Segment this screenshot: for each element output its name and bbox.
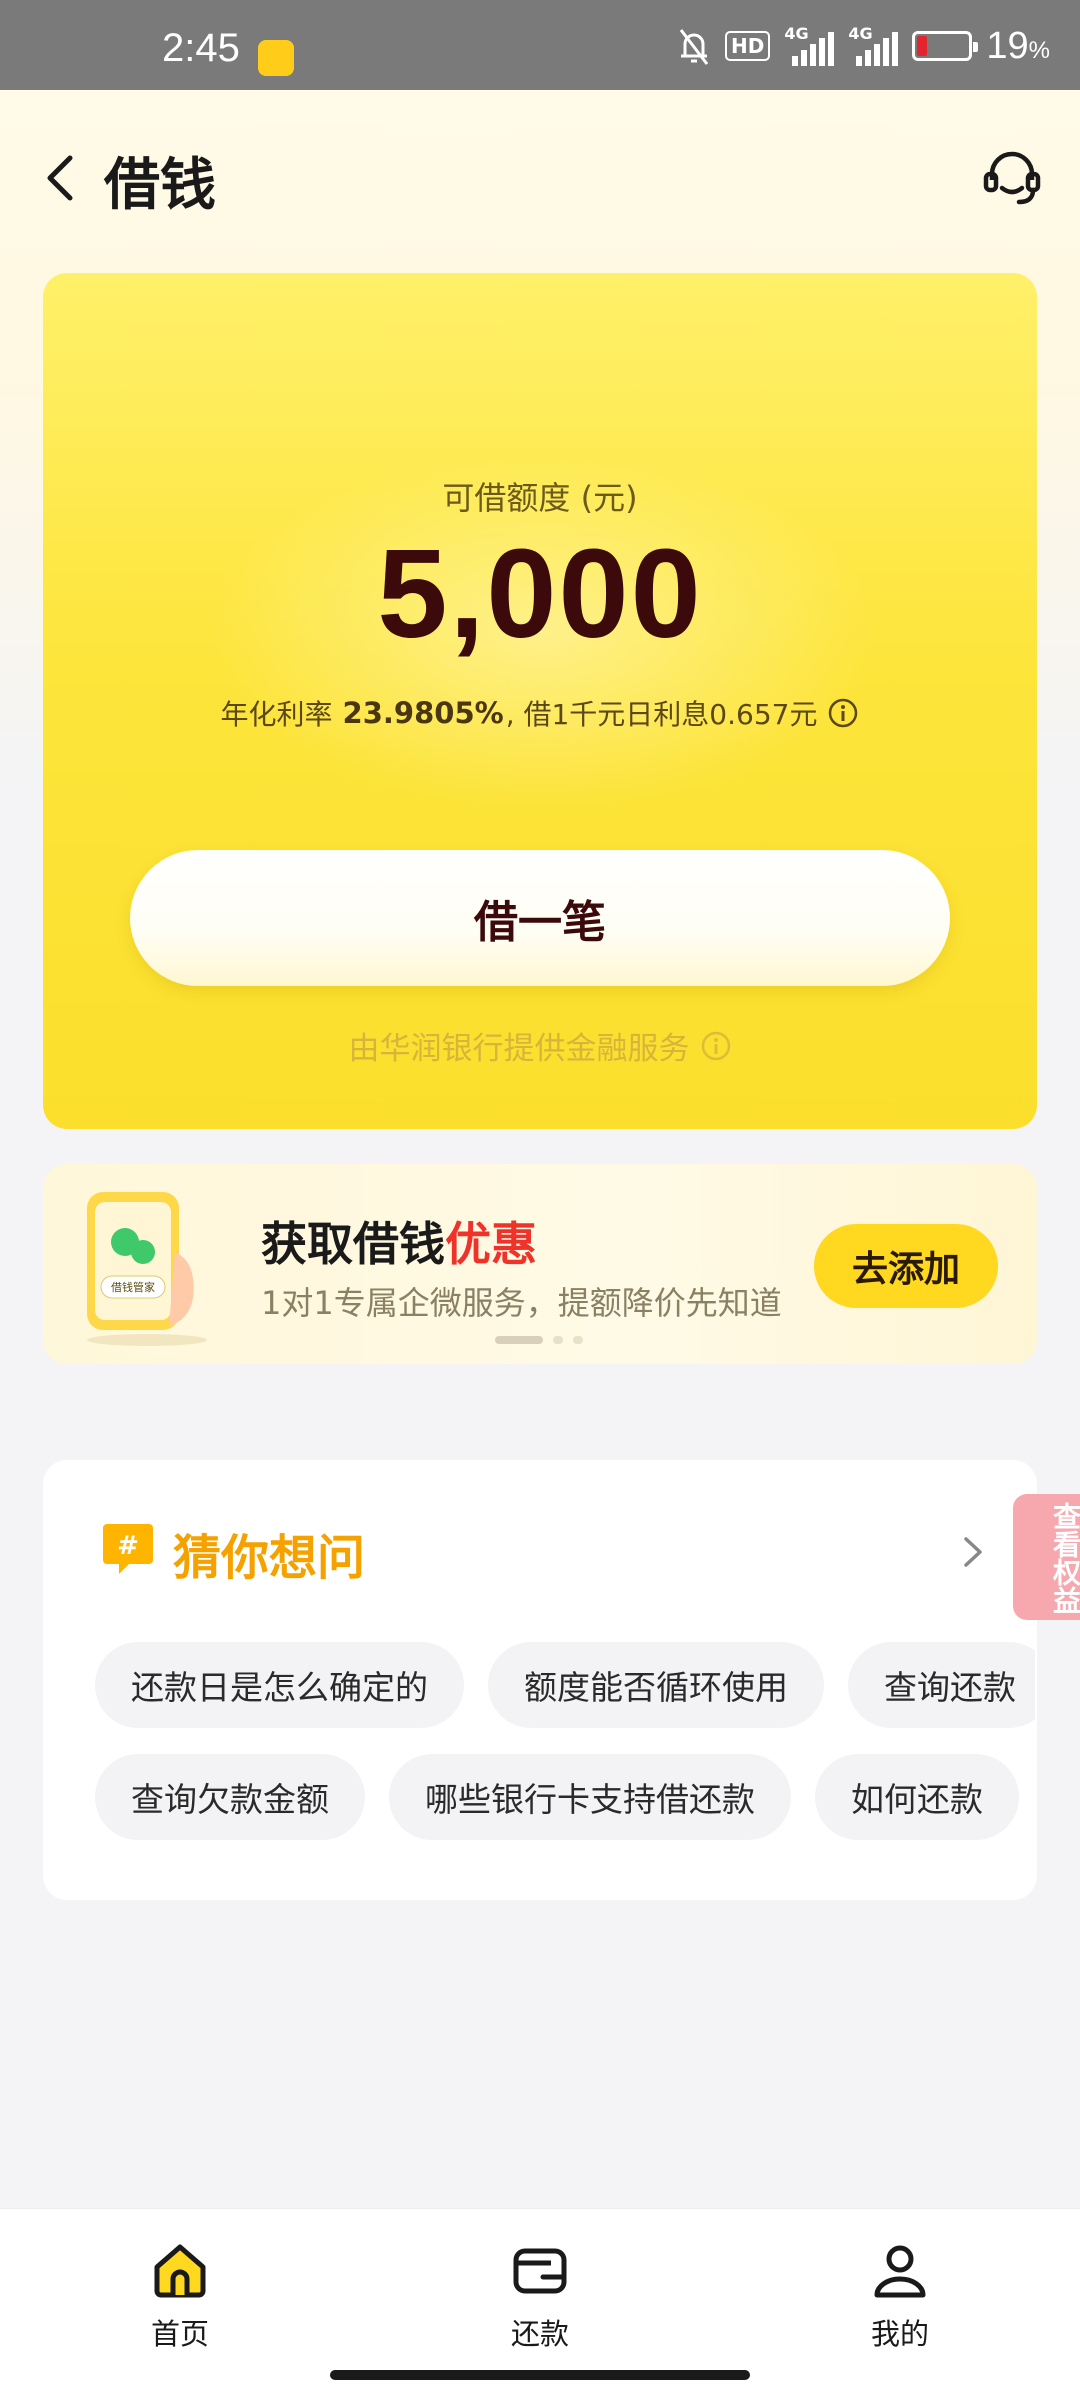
phone-wechat-illustration: 借钱管家 — [87, 1192, 207, 1346]
app-notification-icon — [258, 40, 294, 76]
tab-repay[interactable]: 还款 — [440, 2239, 640, 2353]
tab-home[interactable]: 首页 — [80, 2239, 280, 2353]
tab-profile[interactable]: 我的 — [800, 2239, 1000, 2353]
page-title: 借钱 — [104, 153, 216, 218]
wallet-icon — [513, 2248, 567, 2294]
faq-chip[interactable]: 查询欠款金额 — [95, 1754, 365, 1840]
user-icon — [874, 2245, 926, 2298]
svg-text:#: # — [117, 1531, 139, 1561]
hashtag-icon: # — [103, 1524, 153, 1574]
faq-chip[interactable]: 还款日是怎么确定的 — [95, 1642, 464, 1728]
signal-1-icon: 4G — [784, 24, 835, 66]
battery-icon — [912, 31, 979, 61]
rate-value: 23.9805% — [342, 696, 504, 730]
promo-banner[interactable]: 借钱管家 获取借钱优惠 1对1专属企微服务，提额降价先知道 去添加 — [43, 1164, 1037, 1364]
provider-info: 由华润银行提供金融服务 — [43, 1023, 1037, 1068]
provider-text: 由华润银行提供金融服务 — [348, 1031, 690, 1067]
promo-subtitle: 1对1专属企微服务，提额降价先知道 — [261, 1284, 782, 1322]
home-indicator[interactable] — [330, 2370, 750, 2380]
status-time: 2:45 — [162, 26, 240, 70]
rate-info: 年化利率 23.9805% , 借1千元日利息0.657元 — [43, 693, 1037, 733]
faq-chip-row-1: 还款日是怎么确定的 额度能否循环使用 查询还款 — [95, 1642, 1035, 1728]
limit-amount: 5,000 — [377, 523, 703, 664]
carousel-indicator — [495, 1336, 583, 1344]
promo-title: 获取借钱优惠 — [261, 1217, 537, 1271]
chevron-left-icon[interactable] — [40, 150, 86, 206]
view-benefits-tag[interactable]: 查看权益 — [1013, 1494, 1080, 1620]
signal-2-icon: 4G — [848, 24, 899, 66]
art-label: 借钱管家 — [111, 1280, 155, 1294]
hd-voice-badge: HD — [725, 31, 771, 61]
faq-section: # 猜你想问 还款日是怎么确定的 额度能否循环使用 查询还款 查询欠款金额 哪些… — [43, 1460, 1037, 1900]
status-bar: 2:45 HD 4G 4G 19% — [0, 0, 1080, 90]
rate-suffix: , 借1千元日利息0.657元 — [505, 698, 818, 731]
add-contact-button[interactable]: 去添加 — [814, 1224, 998, 1308]
borrow-button[interactable]: 借一笔 — [130, 850, 950, 986]
faq-title: 猜你想问 — [173, 1530, 366, 1586]
rate-prefix: 年化利率 — [220, 698, 333, 731]
tab-label: 我的 — [870, 2317, 929, 2351]
tab-label: 还款 — [510, 2317, 569, 2351]
tab-label: 首页 — [150, 2317, 209, 2351]
carousel-dot — [573, 1336, 583, 1344]
mute-bell-icon — [679, 29, 709, 65]
chevron-right-icon[interactable] — [961, 1534, 985, 1570]
faq-chip[interactable]: 哪些银行卡支持借还款 — [389, 1754, 791, 1840]
faq-chip[interactable]: 如何还款 — [815, 1754, 1019, 1840]
carousel-dot — [553, 1336, 563, 1344]
status-icons: HD 4G 4G 19% — [677, 24, 1050, 68]
headset-icon[interactable] — [980, 148, 1044, 208]
faq-chip-row-2: 查询欠款金额 哪些银行卡支持借还款 如何还款 — [95, 1754, 1035, 1840]
info-icon[interactable] — [827, 697, 859, 729]
home-icon — [154, 2244, 206, 2298]
loan-limit-card: 可借额度 (元) 5,000 年化利率 23.9805% , 借1千元日利息0.… — [43, 273, 1037, 1129]
faq-chip[interactable]: 额度能否循环使用 — [488, 1642, 824, 1728]
limit-label: 可借额度 (元) — [442, 479, 638, 517]
carousel-dot — [495, 1336, 543, 1344]
provider-info-icon[interactable] — [700, 1030, 732, 1062]
battery-percent: 19% — [986, 24, 1050, 67]
faq-chip[interactable]: 查询还款 — [848, 1642, 1035, 1728]
